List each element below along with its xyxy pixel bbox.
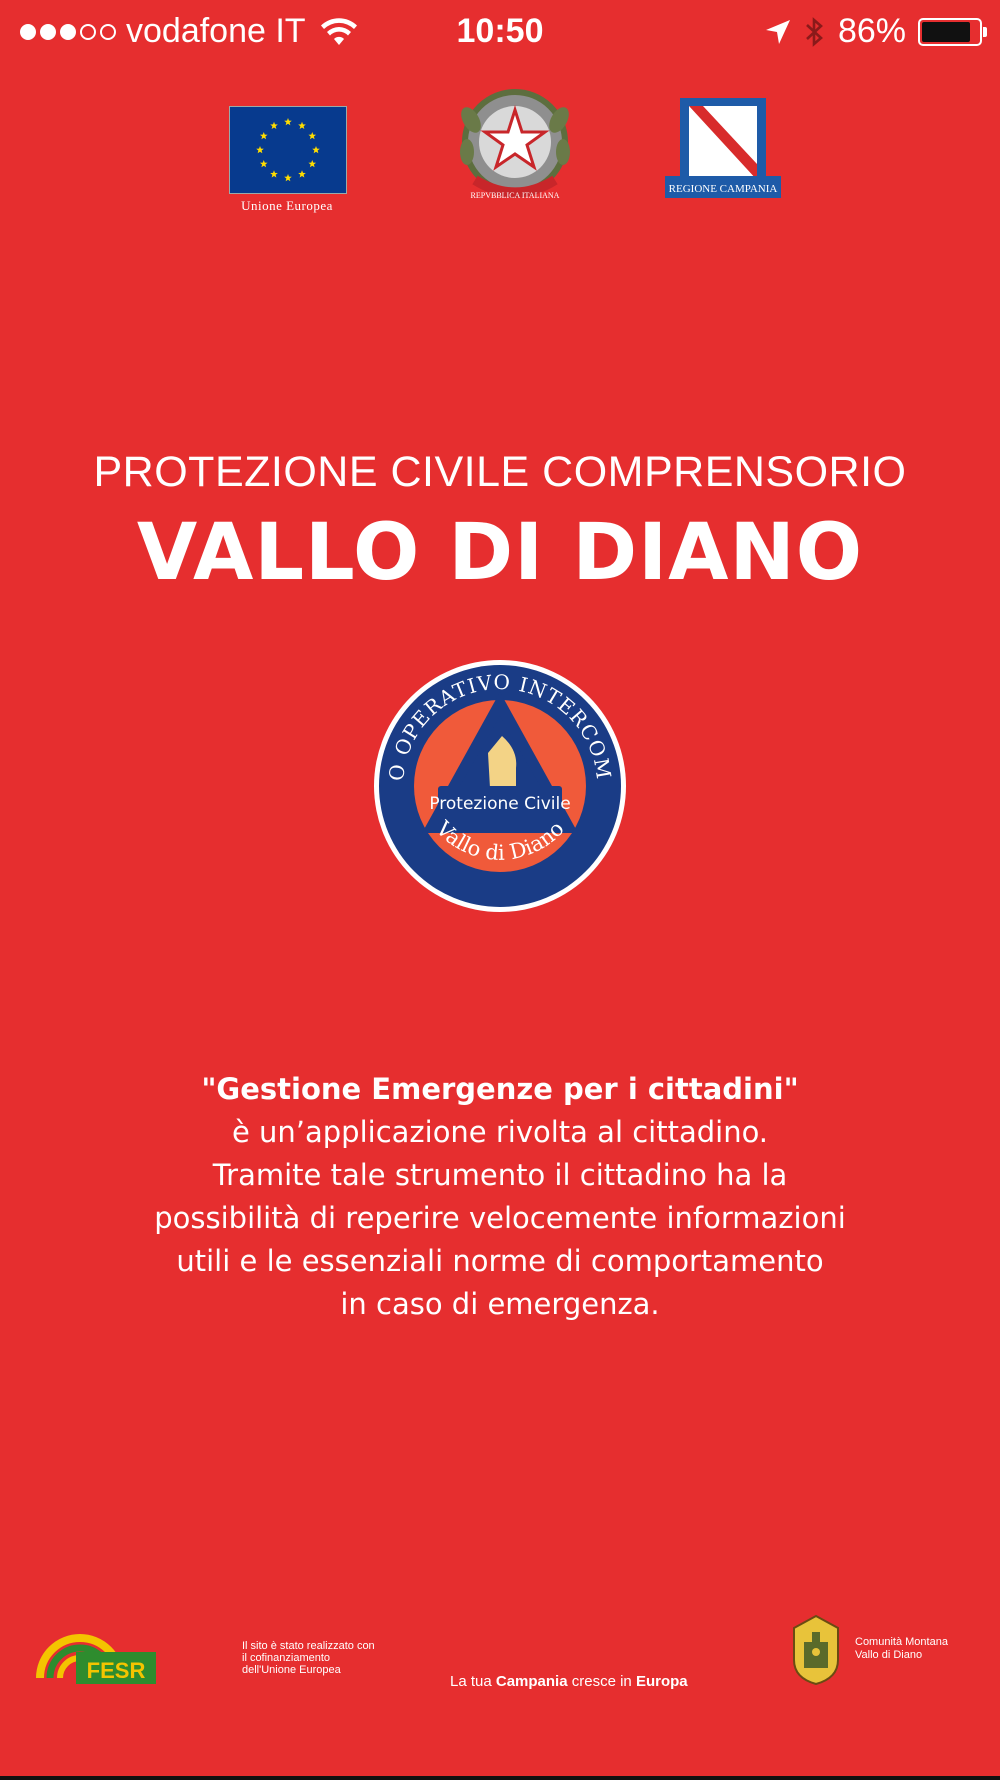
description-line: è un’applicazione rivolta al cittadino. <box>231 1115 769 1149</box>
comunita-montana-line: Comunità Montana <box>855 1636 948 1648</box>
fesr-logo-text: FESR <box>87 1658 146 1683</box>
comunita-montana-emblem <box>793 1614 839 1686</box>
battery-icon <box>918 17 987 46</box>
italia-emblem-text: REPVBBLICA ITALIANA <box>471 191 560 200</box>
fesr-logo: FESR <box>36 1634 156 1684</box>
slogan-part: cresce in <box>567 1673 636 1690</box>
footer: FESR Il sito è stato realizzato con il c… <box>0 1590 1000 1710</box>
description-line: in caso di emergenza. <box>340 1287 660 1321</box>
description-line: Tramite tale strumento il cittadino ha l… <box>212 1158 788 1192</box>
cofinancing-note-line: dell'Unione Europea <box>242 1664 341 1676</box>
campania-slogan: La tua Campania cresce in Europa <box>450 1673 750 1690</box>
italian-republic-emblem: REPVBBLICA ITALIANA <box>460 89 570 200</box>
description-title: "Gestione Emergenze per i cittadini" <box>201 1072 799 1106</box>
protezione-civile-badge: Protezione Civile CENTRO OPERATIVO INTER… <box>370 658 626 912</box>
description-line: possibilità di reperire velocemente info… <box>154 1201 846 1235</box>
campania-logo-text: REGIONE CAMPANIA <box>669 183 778 195</box>
slogan-europa: Europa <box>635 1673 688 1690</box>
regione-campania-logo: REGIONE CAMPANIA <box>665 98 781 198</box>
location-arrow-icon <box>765 19 790 44</box>
status-right: 86% <box>764 12 987 51</box>
app-description: "Gestione Emergenze per i cittadini" è u… <box>90 1068 910 1326</box>
status-bar: vodafone IT 10:50 86% <box>0 0 1000 68</box>
header-subtitle: PROTEZIONE CIVILE COMPRENSORIO <box>93 448 907 496</box>
battery-fill <box>922 21 970 42</box>
comunita-montana-line: Vallo di Diano <box>855 1649 923 1661</box>
eu-flag-logo <box>229 106 347 194</box>
slogan-part: La tua <box>450 1673 496 1690</box>
bottom-edge-line <box>0 1776 1000 1780</box>
battery-cap <box>983 26 987 37</box>
cofinancing-note-line: il cofinanziamento <box>242 1652 331 1664</box>
description-line: utili e le essenziali norme di comportam… <box>176 1244 824 1278</box>
cofinancing-note: Il sito è stato realizzato con il cofina… <box>242 1640 432 1676</box>
eu-logo-label: Unione Europea <box>241 198 333 213</box>
header-title: VALLO DI DIANO <box>136 508 864 598</box>
badge-center-text: Protezione Civile <box>429 794 570 814</box>
battery-percent: 86% <box>837 12 906 50</box>
slogan-campania: Campania <box>495 1673 568 1690</box>
cofinancing-note-line: Il sito è stato realizzato con <box>242 1640 375 1652</box>
comunita-montana-label: Comunità Montana Vallo di Diano <box>855 1636 975 1662</box>
bluetooth-icon <box>806 16 823 47</box>
